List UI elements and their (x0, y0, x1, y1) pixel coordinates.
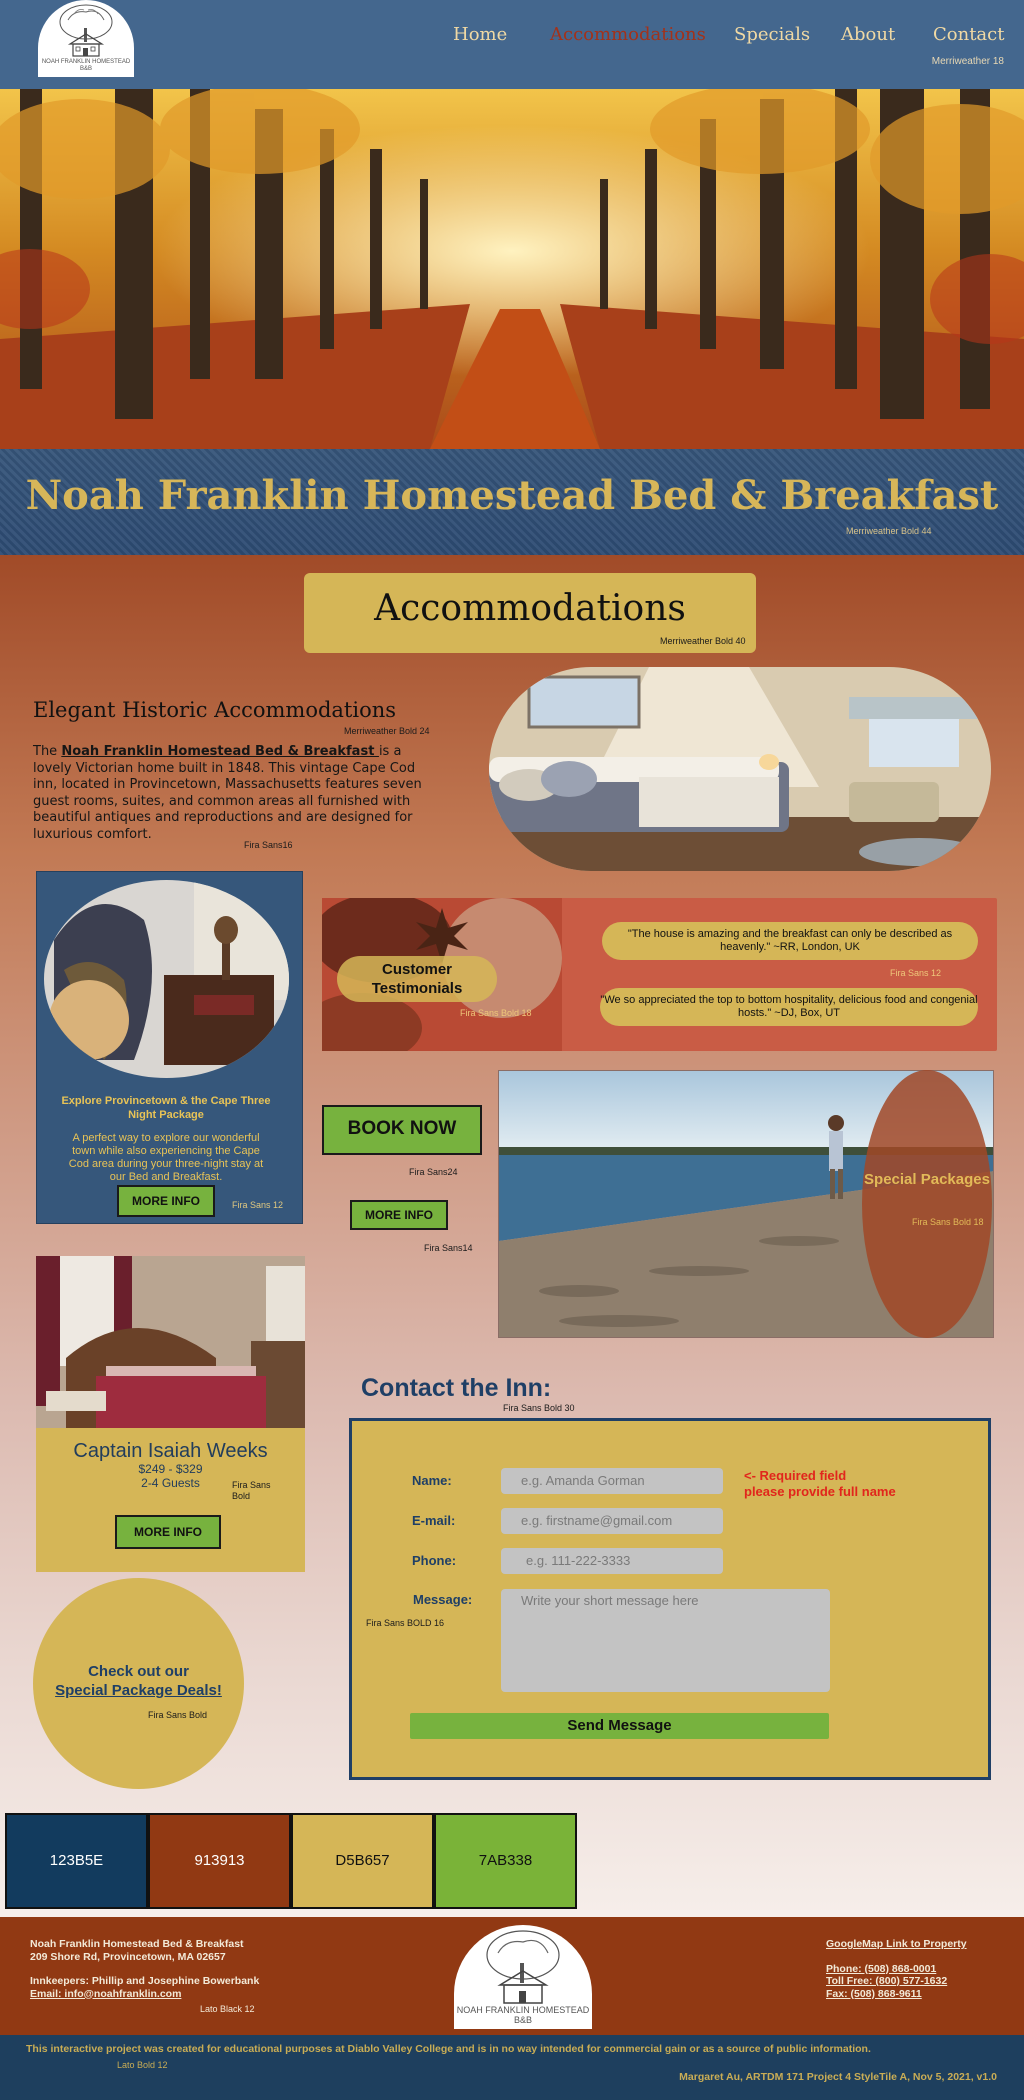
name-field[interactable]: e.g. Amanda Gorman (501, 1468, 723, 1494)
font-note: Merriweather Bold 44 (846, 526, 932, 536)
footer-address: 209 Shore Rd, Provincetown, MA 02657 (30, 1950, 226, 1963)
footer-innkeepers: Innkeepers: Phillip and Josephine Bowerb… (30, 1975, 260, 1987)
font-note: Fira Sans Bold (148, 1710, 208, 1720)
hero-autumn-image (0, 89, 1024, 449)
disclaimer-text: This interactive project was created for… (26, 2043, 871, 2055)
email-field[interactable]: e.g. firstname@gmail.com (501, 1508, 723, 1534)
room-name: Captain Isaiah Weeks (73, 1440, 268, 1462)
font-note: Merriweather 18 (931, 56, 1004, 67)
footer-email-link[interactable]: Email: info@noahfranklin.com (30, 1988, 370, 2001)
font-note: Fira Sans 12 (232, 1200, 284, 1210)
page-title: Accommodations (374, 588, 686, 629)
site-title: Noah Franklin Homestead Bed & Breakfast (25, 472, 999, 519)
font-note: Fira Sans24 (409, 1167, 458, 1177)
font-note: Fira Sans14 (424, 1243, 473, 1253)
testimonials-label: Customer Testimonials (371, 961, 463, 997)
send-message-button[interactable]: Send Message (410, 1713, 829, 1739)
font-note: Fira Sans 12 (890, 968, 942, 978)
font-note: Merriweather Bold 24 (344, 726, 430, 736)
google-map-link[interactable]: GoogleMap Link to Property (826, 1938, 1006, 1951)
phone-label: Phone: (412, 1553, 457, 1568)
message-label: Message: (413, 1592, 473, 1607)
color-swatch-rust: 913913 (148, 1813, 291, 1909)
nav-about[interactable]: About (841, 24, 895, 45)
more-info-button[interactable]: MORE INFO (117, 1185, 215, 1217)
testimonial-quote: "We so appreciated the top to bottom hos… (600, 988, 978, 1026)
font-note: Fira Sans Bold 30 (503, 1403, 575, 1413)
font-note: Fira Sans BOLD 16 (366, 1618, 445, 1628)
more-info-button[interactable]: MORE INFO (350, 1200, 448, 1230)
package-title: Explore Provincetown & the Cape Three Ni… (61, 1095, 271, 1121)
package-deals-text[interactable]: Check out our Special Package Deals! (33, 1662, 244, 1700)
font-note: Merriweather Bold 40 (660, 636, 746, 646)
intro-paragraph: The Noah Franklin Homestead Bed & Breakf… (33, 744, 422, 842)
special-packages-label[interactable]: Special Packages (862, 1170, 992, 1189)
footer-phone-info: GoogleMap Link to Property Phone: (508) … (826, 1938, 1006, 2000)
bedroom-photo (489, 667, 991, 871)
font-note: Fira Sans Bold 18 (912, 1217, 984, 1227)
phone-link[interactable]: Phone: (508) 868-0001 (826, 1963, 1006, 1976)
font-note: Lato Bold 12 (117, 2060, 168, 2070)
footer-contact-info: Noah Franklin Homestead Bed & Breakfast … (30, 1938, 370, 2000)
antique-chair-photo (44, 880, 289, 1078)
package-description: A perfect way to explore our wonderful t… (68, 1132, 264, 1183)
inn-name-link[interactable]: Noah Franklin Homestead Bed & Breakfast (61, 744, 379, 759)
font-note: Lato Black 12 (200, 2004, 255, 2014)
contact-heading: Contact the Inn: (361, 1374, 552, 1402)
color-swatch-green: 7AB338 (434, 1813, 577, 1909)
package-deals-link[interactable]: Special Package Deals! (33, 1681, 244, 1700)
color-swatch-gold: D5B657 (291, 1813, 434, 1909)
more-info-button[interactable]: MORE INFO (115, 1515, 221, 1549)
footer-inn-name: Noah Franklin Homestead Bed & Breakfast (30, 1938, 244, 1950)
nav-specials[interactable]: Specials (734, 24, 810, 45)
nav-accommodations[interactable]: Accommodations (550, 24, 706, 45)
logo-caption: NOAH FRANKLIN HOMESTEAD B&B (41, 59, 131, 72)
section-heading: Elegant Historic Accommodations (33, 698, 397, 722)
email-label: E-mail: (412, 1513, 456, 1528)
font-note: Fira Sans Bold 18 (460, 1008, 532, 1018)
toll-free-link[interactable]: Toll Free: (800) 577-1632 (826, 1975, 1006, 1988)
required-field-hint: <- Required field please provide full nam… (744, 1468, 896, 1499)
font-note: Fira Sans Bold (232, 1480, 271, 1501)
nav-home[interactable]: Home (453, 24, 507, 45)
phone-field[interactable]: e.g. 111-222-3333 (501, 1548, 723, 1574)
message-field[interactable]: Write your short message here (501, 1589, 830, 1692)
logo-caption: NOAH FRANKLIN HOMESTEAD B&B (456, 2005, 590, 2025)
book-now-button[interactable]: BOOK NOW (322, 1105, 482, 1155)
room-price: $249 - $329 (138, 1462, 203, 1476)
testimonial-quote: "The house is amazing and the breakfast … (602, 922, 978, 960)
name-label: Name: (412, 1473, 452, 1488)
color-swatch-blue: 123B5E (5, 1813, 148, 1909)
font-note: Fira Sans16 (244, 840, 293, 850)
nav-contact[interactable]: Contact (933, 24, 1004, 45)
credit-text: Margaret Au, ARTDM 171 Project 4 StyleTi… (679, 2071, 997, 2083)
captain-room-photo (36, 1256, 305, 1428)
fax-link[interactable]: Fax: (508) 868-9611 (826, 1988, 1006, 2001)
special-packages-link[interactable] (862, 1070, 992, 1338)
